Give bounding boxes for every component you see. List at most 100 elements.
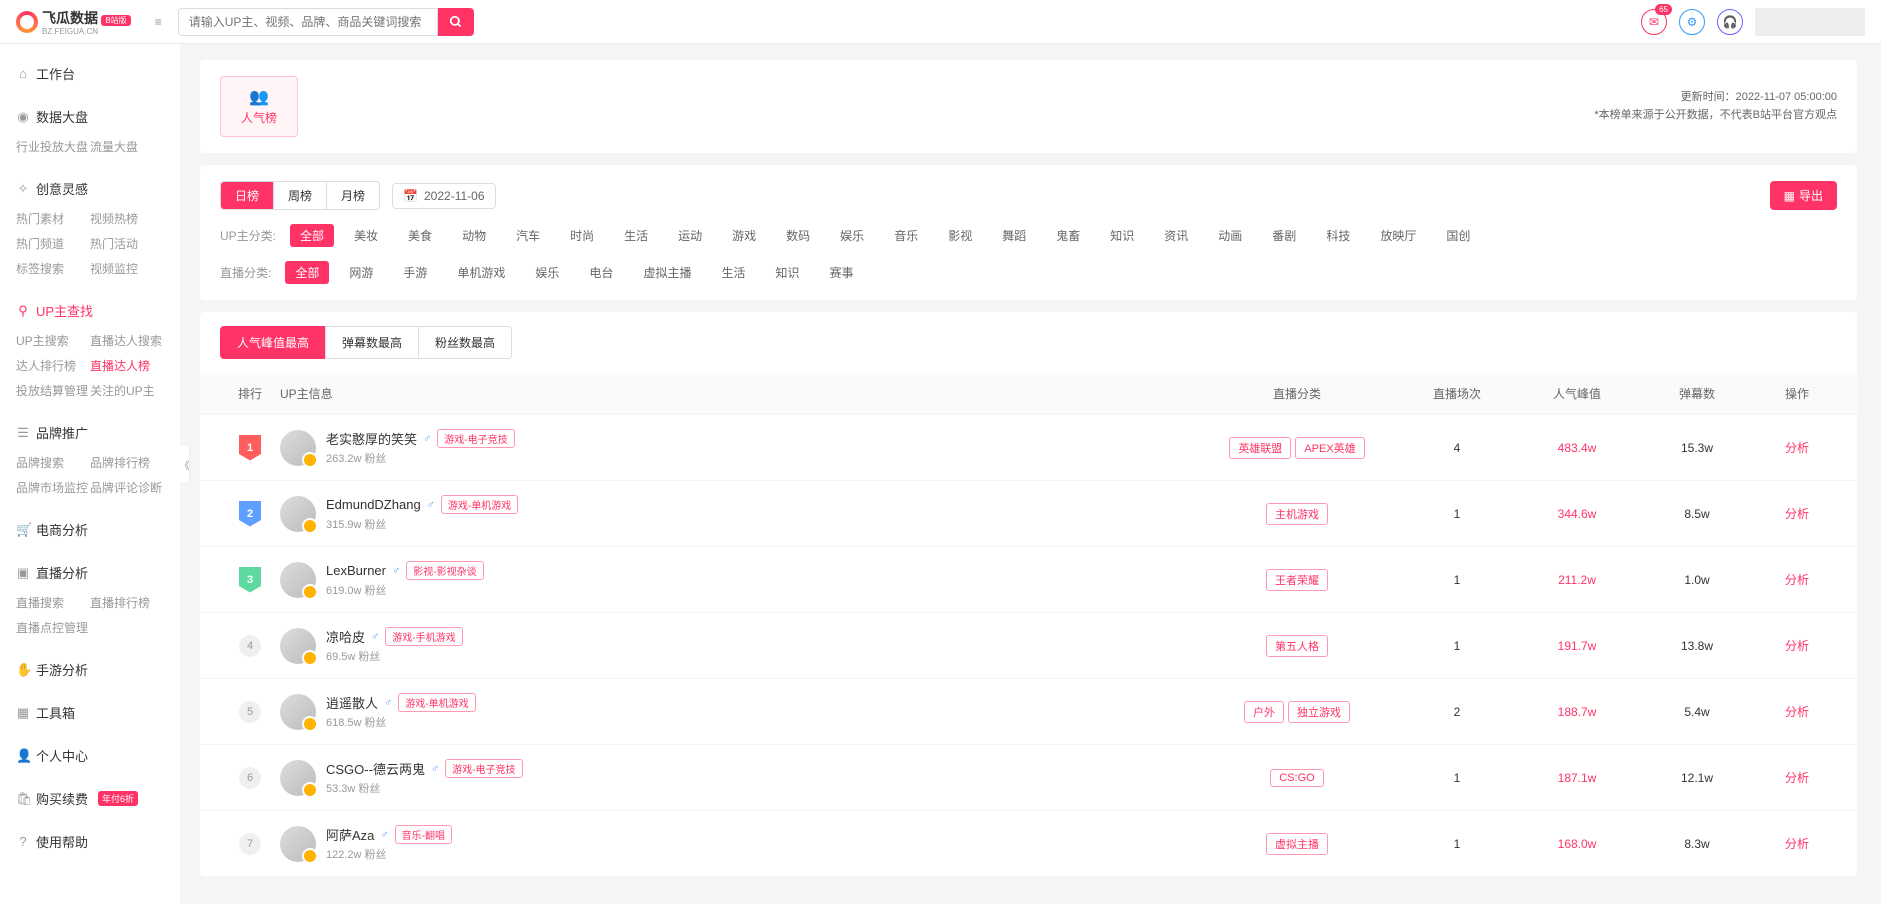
sort-tab[interactable]: 粉丝数最高 (418, 326, 512, 359)
nav-直播分析[interactable]: ▣直播分析 (0, 555, 180, 590)
nav-sub-item[interactable]: UP主搜索 (16, 328, 90, 353)
category-tag[interactable]: 游戏-单机游戏 (441, 495, 518, 514)
live-tag[interactable]: CS:GO (1270, 769, 1323, 787)
nav-sub-item[interactable]: 热门频道 (16, 231, 90, 256)
filter-option[interactable]: 科技 (1316, 224, 1360, 247)
nav-sub-item[interactable]: 视频监控 (90, 256, 164, 281)
up-name[interactable]: LexBurner ♂ 影视-影视杂谈 (326, 561, 484, 580)
nav-创意灵感[interactable]: ✧创意灵感 (0, 171, 180, 206)
avatar[interactable] (280, 760, 316, 796)
filter-option[interactable]: 生活 (614, 224, 658, 247)
filter-option[interactable]: 动画 (1208, 224, 1252, 247)
nav-手游分析[interactable]: ✋手游分析 (0, 652, 180, 687)
filter-option[interactable]: 知识 (1100, 224, 1144, 247)
analyze-link[interactable]: 分析 (1785, 441, 1809, 455)
category-tag[interactable]: 游戏-电子竞技 (445, 759, 522, 778)
nav-品牌推广[interactable]: ☰品牌推广 (0, 415, 180, 450)
nav-使用帮助[interactable]: ?使用帮助 (0, 824, 180, 859)
period-tab[interactable]: 月榜 (327, 182, 379, 209)
nav-个人中心[interactable]: 👤个人中心 (0, 738, 180, 773)
filter-option[interactable]: 虚拟主播 (633, 261, 701, 284)
filter-option[interactable]: 美食 (398, 224, 442, 247)
nav-sub-item[interactable]: 品牌排行榜 (90, 450, 164, 475)
filter-option[interactable]: 汽车 (506, 224, 550, 247)
nav-电商分析[interactable]: 🛒电商分析 (0, 512, 180, 547)
filter-option[interactable]: 音乐 (884, 224, 928, 247)
sidebar-collapse-icon[interactable]: 《 (180, 444, 190, 484)
filter-option[interactable]: 娱乐 (525, 261, 569, 284)
live-tag[interactable]: 虚拟主播 (1266, 833, 1328, 855)
filter-option[interactable]: 单机游戏 (447, 261, 515, 284)
filter-option[interactable]: 番剧 (1262, 224, 1306, 247)
category-tag[interactable]: 游戏-单机游戏 (398, 693, 475, 712)
nav-sub-item[interactable]: 视频热榜 (90, 206, 164, 231)
search-input[interactable] (178, 8, 438, 36)
filter-option[interactable]: 全部 (285, 261, 329, 284)
up-name[interactable]: 凉哈皮 ♂ 游戏-手机游戏 (326, 627, 463, 646)
nav-UP主查找[interactable]: ⚲UP主查找 (0, 293, 180, 328)
nav-sub-item[interactable]: 标签搜索 (16, 256, 90, 281)
nav-sub-item[interactable]: 行业投放大盘 (16, 134, 90, 159)
nav-sub-item[interactable]: 直播排行榜 (90, 590, 164, 615)
logo[interactable]: 飞瓜数据 B站版 BZ.FEIGUA.CN (16, 8, 131, 36)
filter-option[interactable]: 时尚 (560, 224, 604, 247)
search-button[interactable] (438, 8, 474, 36)
user-avatar[interactable] (1755, 8, 1865, 36)
nav-数据大盘[interactable]: ◉数据大盘 (0, 99, 180, 134)
filter-option[interactable]: 赛事 (819, 261, 863, 284)
up-name[interactable]: 阿萨Aza ♂ 音乐-翻唱 (326, 825, 452, 844)
notification-icon[interactable]: ✉65 (1641, 9, 1667, 35)
nav-sub-item[interactable]: 投放结算管理 (16, 378, 90, 403)
sort-tab[interactable]: 弹幕数最高 (325, 326, 419, 359)
nav-购买续费[interactable]: 🛍购买续费年付6折 (0, 781, 180, 816)
nav-sub-item[interactable]: 直播达人榜 (90, 353, 164, 378)
filter-option[interactable]: 运动 (668, 224, 712, 247)
live-tag[interactable]: 第五人格 (1266, 635, 1328, 657)
avatar[interactable] (280, 496, 316, 532)
live-tag[interactable]: 主机游戏 (1266, 503, 1328, 525)
period-tab[interactable]: 周榜 (274, 182, 327, 209)
filter-option[interactable]: 舞蹈 (992, 224, 1036, 247)
up-name[interactable]: 老实憨厚的笑笑 ♂ 游戏-电子竞技 (326, 429, 515, 448)
nav-sub-item[interactable]: 热门素材 (16, 206, 90, 231)
live-tag[interactable]: 英雄联盟 (1229, 437, 1291, 459)
live-tag[interactable]: 独立游戏 (1288, 701, 1350, 723)
nav-sub-item[interactable]: 品牌市场监控 (16, 475, 90, 500)
nav-工作台[interactable]: ⌂工作台 (0, 56, 180, 91)
analyze-link[interactable]: 分析 (1785, 771, 1809, 785)
filter-option[interactable]: 鬼畜 (1046, 224, 1090, 247)
up-name[interactable]: EdmundDZhang ♂ 游戏-单机游戏 (326, 495, 518, 514)
filter-option[interactable]: 资讯 (1154, 224, 1198, 247)
analyze-link[interactable]: 分析 (1785, 507, 1809, 521)
support-icon[interactable]: 🎧 (1717, 9, 1743, 35)
analyze-link[interactable]: 分析 (1785, 837, 1809, 851)
filter-option[interactable]: 国创 (1436, 224, 1480, 247)
category-tag[interactable]: 游戏-电子竞技 (437, 429, 514, 448)
live-tag[interactable]: APEX英雄 (1295, 437, 1364, 459)
category-tag[interactable]: 音乐-翻唱 (395, 825, 452, 844)
live-tag[interactable]: 户外 (1244, 701, 1284, 723)
filter-option[interactable]: 动物 (452, 224, 496, 247)
up-name[interactable]: 逍遥散人 ♂ 游戏-单机游戏 (326, 693, 476, 712)
filter-option[interactable]: 生活 (711, 261, 755, 284)
filter-option[interactable]: 电台 (579, 261, 623, 284)
export-button[interactable]: ▦ 导出 (1770, 181, 1837, 210)
menu-toggle-icon[interactable]: ≡ (155, 15, 162, 29)
avatar[interactable] (280, 826, 316, 862)
nav-sub-item[interactable]: 直播达人搜索 (90, 328, 164, 353)
category-tag[interactable]: 游戏-手机游戏 (385, 627, 462, 646)
nav-sub-item[interactable]: 直播点控管理 (16, 615, 90, 640)
sort-tab[interactable]: 人气峰值最高 (220, 326, 326, 359)
analyze-link[interactable]: 分析 (1785, 573, 1809, 587)
date-picker[interactable]: 📅 2022-11-06 (392, 183, 495, 209)
nav-sub-item[interactable]: 关注的UP主 (90, 378, 164, 403)
up-name[interactable]: CSGO--德云两鬼 ♂ 游戏-电子竞技 (326, 759, 523, 778)
category-tag[interactable]: 影视-影视杂谈 (406, 561, 483, 580)
filter-option[interactable]: 游戏 (722, 224, 766, 247)
filter-option[interactable]: 知识 (765, 261, 809, 284)
filter-option[interactable]: 数码 (776, 224, 820, 247)
live-tag[interactable]: 王者荣耀 (1266, 569, 1328, 591)
avatar[interactable] (280, 430, 316, 466)
filter-option[interactable]: 美妆 (344, 224, 388, 247)
filter-option[interactable]: 娱乐 (830, 224, 874, 247)
